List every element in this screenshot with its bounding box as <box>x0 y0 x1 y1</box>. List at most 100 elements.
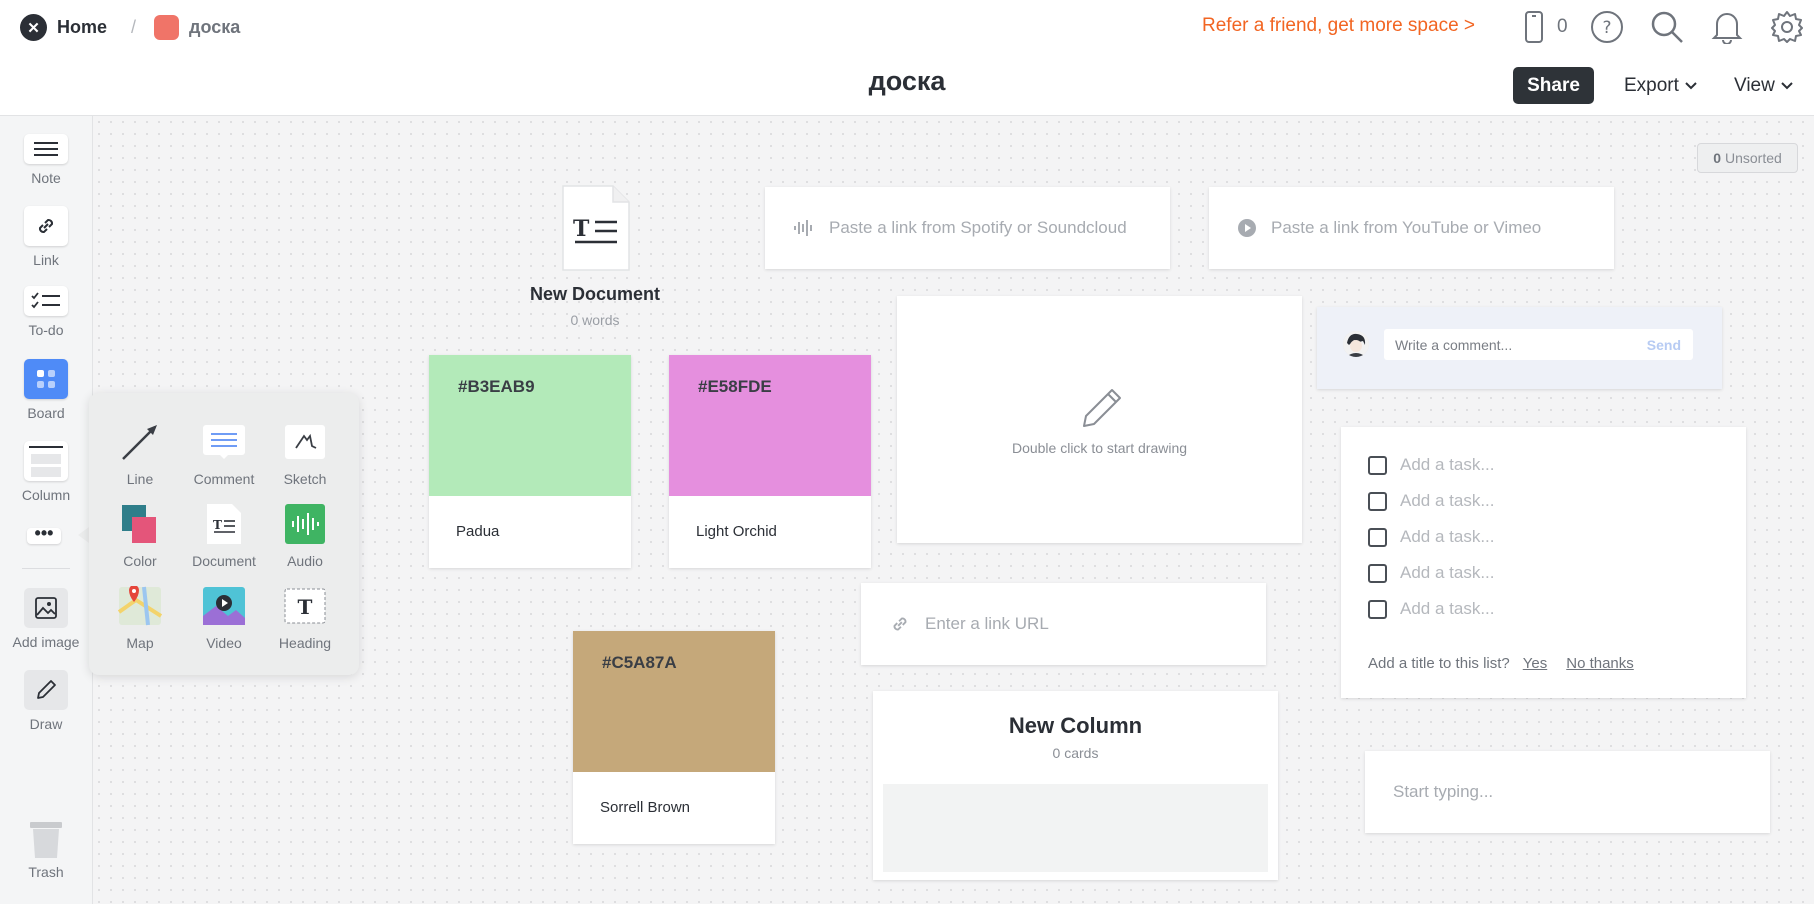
link-card[interactable]: Enter a link URL <box>861 583 1266 665</box>
svg-text:T: T <box>573 216 590 242</box>
heading-icon: T <box>282 585 328 627</box>
todo-task-input[interactable]: Add a task... <box>1400 599 1495 619</box>
audio-wave-icon <box>794 220 812 236</box>
todo-task-input[interactable]: Add a task... <box>1400 563 1495 583</box>
document-card[interactable]: T <box>561 184 631 277</box>
tool-todo[interactable]: To-do <box>0 286 92 338</box>
tool-todo-label: To-do <box>28 322 64 338</box>
tool-add-image[interactable]: Add image <box>0 588 92 650</box>
popup-item-color[interactable]: Color <box>99 503 181 569</box>
breadcrumb-home[interactable]: Home <box>57 17 107 38</box>
todo-item[interactable]: Add a task... <box>1368 527 1495 547</box>
column-card[interactable]: New Column 0 cards <box>873 691 1278 880</box>
pencil-icon <box>1082 388 1121 427</box>
trash-button[interactable]: Trash <box>0 820 92 880</box>
popup-item-audio[interactable]: Audio <box>264 503 346 569</box>
title-bar: доска Share Export View <box>0 54 1814 116</box>
todo-title-no-link[interactable]: No thanks <box>1566 655 1634 672</box>
tool-draw-label: Draw <box>29 716 63 732</box>
view-button[interactable]: View <box>1734 75 1793 97</box>
sketch-hint: Double click to start drawing <box>1011 439 1188 456</box>
chevron-down-icon <box>1781 82 1793 90</box>
color-card[interactable]: #B3EAB9 Padua <box>429 355 631 568</box>
video-link-card[interactable]: Paste a link from YouTube or Vimeo <box>1209 187 1614 269</box>
todo-task-input[interactable]: Add a task... <box>1400 455 1495 475</box>
gear-icon[interactable] <box>1768 8 1806 46</box>
popup-item-comment[interactable]: Comment <box>183 421 265 487</box>
note-input[interactable]: Start typing... <box>1393 782 1493 802</box>
column-card-count: 0 cards <box>1052 745 1099 761</box>
more-tools-button[interactable]: ••• <box>27 524 61 544</box>
color-name: Sorrell Brown <box>600 799 691 816</box>
todo-checkbox[interactable] <box>1368 599 1387 619</box>
audio-link-input[interactable]: Paste a link from Spotify or Soundcloud <box>829 218 1127 238</box>
tool-board[interactable]: Board <box>0 359 92 421</box>
sketch-card[interactable]: Double click to start drawing <box>897 296 1302 543</box>
sketch-icon <box>282 421 328 463</box>
app-logo-icon[interactable]: ✕ <box>20 14 47 41</box>
document-title[interactable]: New Document <box>520 284 670 305</box>
unsorted-button[interactable]: 0 Unsorted <box>1697 143 1798 173</box>
color-card[interactable]: #E58FDE Light Orchid <box>669 355 871 568</box>
popup-item-document[interactable]: T Document <box>183 503 265 569</box>
search-icon[interactable] <box>1648 8 1686 46</box>
breadcrumb-separator: / <box>131 17 137 37</box>
breadcrumb-board[interactable]: доска <box>189 17 240 38</box>
color-name: Padua <box>456 523 500 540</box>
popup-item-line[interactable]: Line <box>99 421 181 487</box>
image-icon <box>24 588 68 628</box>
todo-title-prompt: Add a title to this list? Yes No thanks <box>1368 655 1634 672</box>
popup-item-document-label: Document <box>192 553 256 569</box>
color-name: Light Orchid <box>696 523 777 540</box>
tool-draw[interactable]: Draw <box>0 670 92 732</box>
popup-item-map[interactable]: Map <box>99 585 181 651</box>
comment-placeholder: Write a comment... <box>1395 337 1513 353</box>
help-icon[interactable]: ? <box>1588 8 1626 46</box>
todo-checkbox[interactable] <box>1368 527 1387 547</box>
tool-note-label: Note <box>31 170 61 186</box>
todo-item[interactable]: Add a task... <box>1368 563 1495 583</box>
color-icon <box>117 503 163 545</box>
popup-item-line-label: Line <box>126 471 154 487</box>
column-drop-zone[interactable] <box>883 784 1268 872</box>
todo-task-input[interactable]: Add a task... <box>1400 527 1495 547</box>
unsorted-label: Unsorted <box>1724 150 1782 166</box>
send-button[interactable]: Send <box>1647 337 1681 353</box>
top-bar: ✕ Home / доска Refer a friend, get more … <box>0 0 1814 54</box>
play-circle-icon <box>1238 219 1256 237</box>
todo-task-input[interactable]: Add a task... <box>1400 491 1495 511</box>
column-title[interactable]: New Column <box>873 713 1278 739</box>
tool-link[interactable]: Link <box>0 206 92 268</box>
comment-card[interactable]: Write a comment... Send <box>1317 307 1722 389</box>
comment-input[interactable]: Write a comment... Send <box>1384 329 1693 360</box>
todo-item[interactable]: Add a task... <box>1368 455 1495 475</box>
todo-checkbox[interactable] <box>1368 491 1387 511</box>
todo-item[interactable]: Add a task... <box>1368 491 1495 511</box>
bell-icon[interactable] <box>1708 8 1746 46</box>
todo-item[interactable]: Add a task... <box>1368 599 1495 619</box>
tool-column[interactable]: Column <box>0 441 92 503</box>
popup-item-sketch[interactable]: Sketch <box>264 421 346 487</box>
board-icon <box>24 359 68 399</box>
popup-item-heading[interactable]: T Heading <box>264 585 346 651</box>
color-card[interactable]: #C5A87A Sorrell Brown <box>573 631 775 844</box>
popup-item-comment-label: Comment <box>193 471 255 487</box>
board-color-icon <box>154 15 180 40</box>
note-card[interactable]: Start typing... <box>1365 751 1770 833</box>
tool-note[interactable]: Note <box>0 134 92 186</box>
audio-icon <box>282 503 328 545</box>
export-button[interactable]: Export <box>1624 75 1697 97</box>
phone-icon[interactable] <box>1515 8 1553 46</box>
toolbar-divider <box>22 568 70 569</box>
todo-card[interactable]: Add a task... Add a task... Add a task..… <box>1341 427 1746 698</box>
popup-item-video[interactable]: Video <box>183 585 265 651</box>
color-swatch: #C5A87A <box>573 631 775 772</box>
todo-title-yes-link[interactable]: Yes <box>1523 655 1547 672</box>
todo-checkbox[interactable] <box>1368 563 1387 583</box>
link-url-input[interactable]: Enter a link URL <box>925 614 1049 634</box>
audio-link-card[interactable]: Paste a link from Spotify or Soundcloud <box>765 187 1170 269</box>
refer-friend-link[interactable]: Refer a friend, get more space > <box>1202 15 1475 37</box>
share-button[interactable]: Share <box>1513 67 1594 104</box>
todo-checkbox[interactable] <box>1368 455 1387 475</box>
video-link-input[interactable]: Paste a link from YouTube or Vimeo <box>1271 218 1541 238</box>
